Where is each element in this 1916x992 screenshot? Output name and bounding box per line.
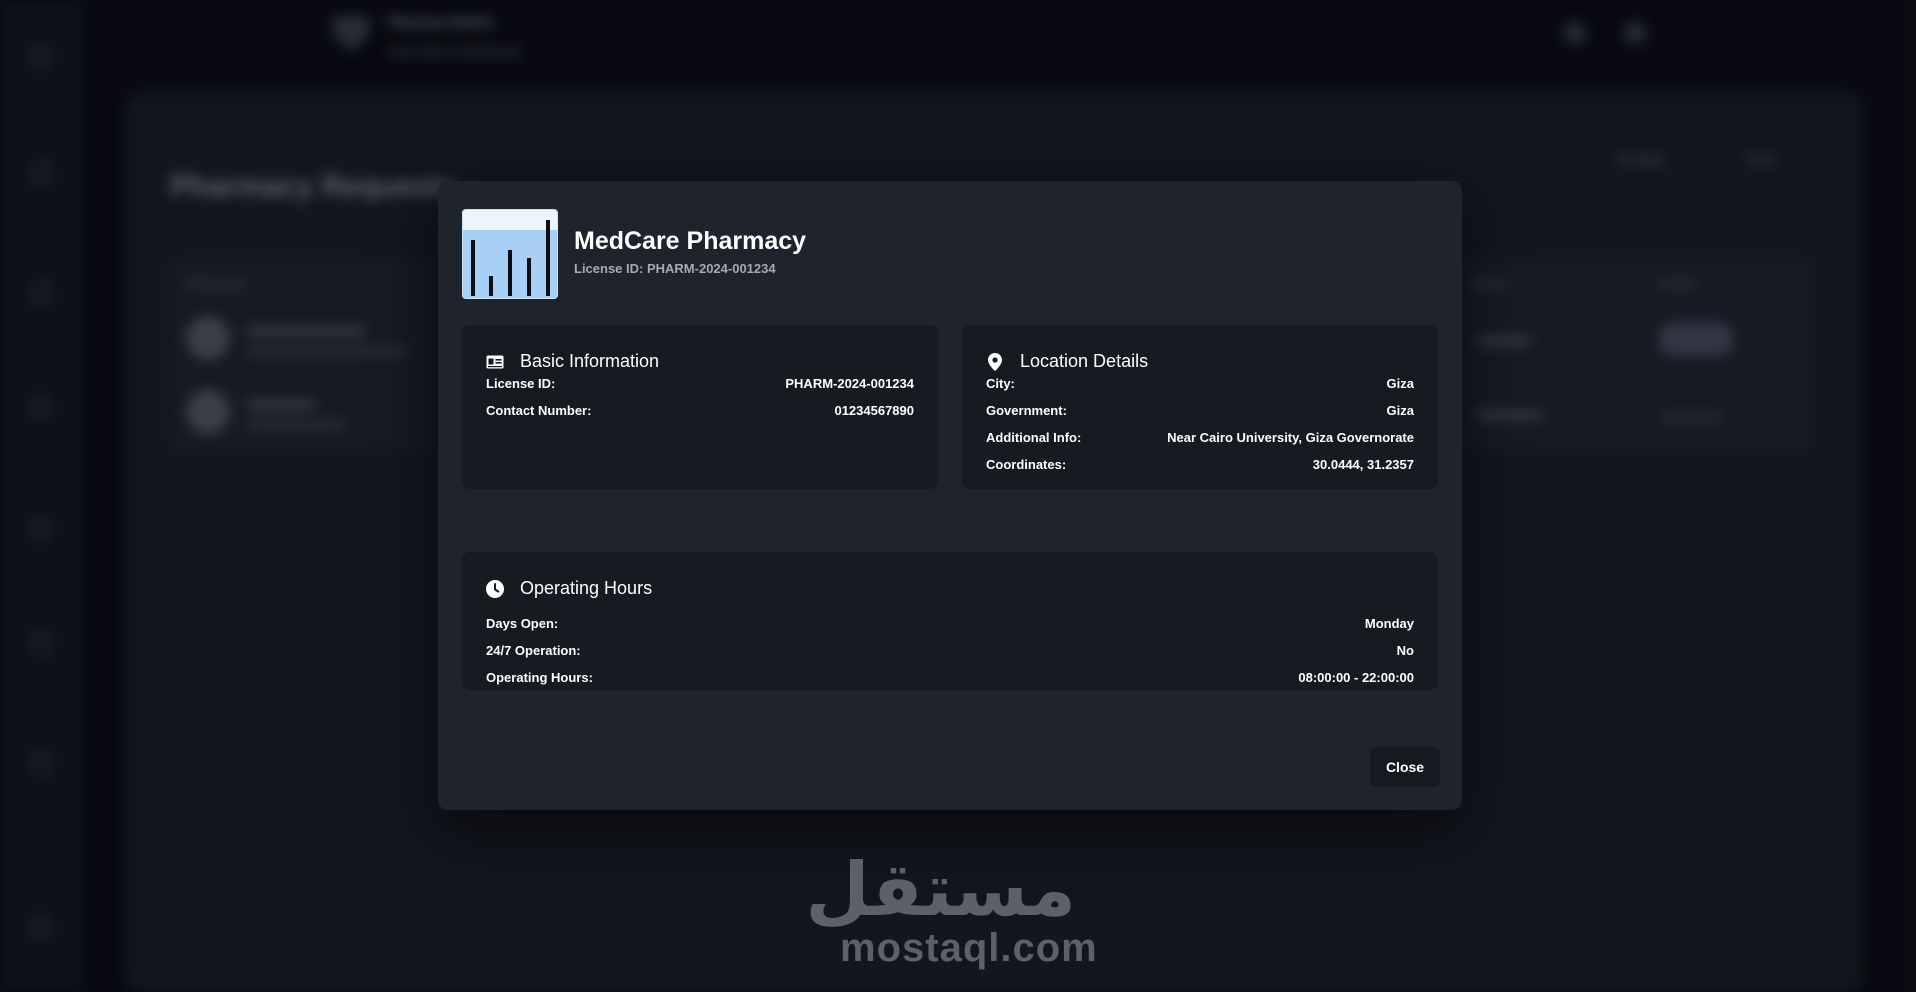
clock-icon [486,580,504,598]
id-card-icon [486,355,504,369]
city-value: Giza [1386,376,1414,391]
basic-info-title: Basic Information [520,351,660,371]
government-label: Government: [986,403,1067,418]
location-title: Location Details [1020,351,1149,371]
government-value: Giza [1386,403,1414,418]
license-id-label: License ID: [486,376,556,391]
pharmacy-logo [462,209,558,299]
days-open-value: Monday [1364,616,1414,631]
additional-info-label: Additional Info: [986,430,1082,445]
close-button[interactable]: Close [1370,747,1440,787]
operating-hours-label: Operating Hours: [486,670,593,685]
contact-number-value: 01234567890 [834,403,914,418]
city-label: City: [986,376,1015,391]
map-pin-icon [988,353,1002,371]
24-7-operation-value: No [1396,643,1414,658]
watermark-latin: mostaql.com [840,926,1098,970]
days-open-label: Days Open: [486,616,559,631]
license-id-value: PHARM-2024-001234 [785,376,914,391]
24-7-operation-label: 24/7 Operation: [486,643,581,658]
coordinates-label: Coordinates: [986,457,1067,472]
operating-hours-value: 08:00:00 - 22:00:00 [1298,670,1414,685]
pharmacy-details-modal: MedCare Pharmacy License ID: PHARM-2024-… [438,181,1462,810]
pharmacy-license-caption: License ID: PHARM-2024-001234 [574,261,776,276]
location-card: Location Details City: Giza Government: … [962,325,1438,489]
pharmacy-name: MedCare Pharmacy [574,227,807,255]
additional-info-value: Near Cairo University, Giza Governorate [1167,430,1414,445]
operating-hours-title: Operating Hours [520,578,653,598]
coordinates-value: 30.0444, 31.2357 [1312,457,1414,472]
contact-number-label: Contact Number: [486,403,592,418]
basic-info-card: Basic Information License ID: PHARM-2024… [462,325,938,489]
watermark-arabic: مستقل [805,847,1076,933]
operating-hours-card: Operating Hours Days Open: Monday 24/7 O… [462,552,1438,690]
